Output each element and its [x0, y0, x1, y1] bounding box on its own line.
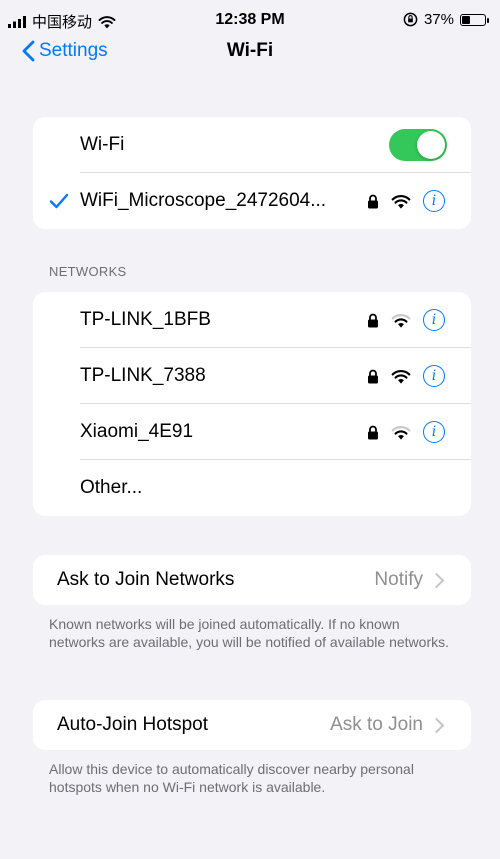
connected-network-icons: i: [367, 190, 445, 212]
other-network-label: Other...: [80, 477, 143, 498]
checkmark-icon: [49, 193, 69, 209]
navigation-bar: Settings Wi-Fi: [0, 40, 500, 66]
chevron-right-icon: [428, 717, 445, 733]
wifi-icon: [391, 369, 411, 384]
network-row[interactable]: TP-LINK_1BFB i: [33, 292, 471, 348]
info-icon[interactable]: i: [423, 365, 445, 387]
network-row[interactable]: TP-LINK_7388 i: [33, 348, 471, 404]
battery-icon: [460, 13, 489, 26]
info-icon[interactable]: i: [423, 309, 445, 331]
lock-icon: [367, 313, 379, 328]
toggle-knob: [417, 131, 445, 159]
networks-group: TP-LINK_1BFB i TP-LINK_7388 i Xiaomi_4E9…: [33, 292, 471, 516]
lock-icon: [367, 425, 379, 440]
network-name: TP-LINK_1BFB: [80, 309, 211, 330]
wifi-toggle-row: Wi-Fi: [33, 117, 471, 173]
ask-to-join-group: Ask to Join Networks Notify: [33, 555, 471, 605]
back-button-label: Settings: [39, 40, 108, 61]
network-row[interactable]: Xiaomi_4E91 i: [33, 404, 471, 460]
info-icon[interactable]: i: [423, 190, 445, 212]
ask-to-join-footer: Known networks will be joined automatica…: [49, 616, 449, 650]
auto-join-value: Ask to Join: [330, 714, 423, 735]
auto-join-label: Auto-Join Hotspot: [57, 714, 209, 735]
ask-to-join-value: Notify: [374, 569, 423, 590]
auto-join-group: Auto-Join Hotspot Ask to Join: [33, 700, 471, 750]
chevron-right-icon: [428, 572, 445, 588]
status-bar: 中国移动 12:38 PM 37%: [0, 0, 500, 44]
lock-icon: [367, 194, 379, 209]
network-name: TP-LINK_7388: [80, 365, 206, 386]
connected-network-row[interactable]: WiFi_Microscope_2472604... i: [33, 173, 471, 229]
wifi-status-group: Wi-Fi WiFi_Microscope_2472604... i: [33, 117, 471, 229]
wifi-icon: [391, 194, 411, 209]
wifi-toggle-label: Wi-Fi: [80, 134, 125, 155]
auto-join-footer: Allow this device to automatically disco…: [49, 761, 414, 795]
auto-join-row[interactable]: Auto-Join Hotspot Ask to Join: [33, 700, 471, 750]
orientation-lock-icon: [403, 12, 418, 27]
wifi-weak-icon: [391, 425, 411, 440]
wifi-toggle[interactable]: [389, 129, 447, 161]
ask-to-join-label: Ask to Join Networks: [57, 569, 235, 590]
ask-to-join-row[interactable]: Ask to Join Networks Notify: [33, 555, 471, 605]
status-bar-right: 37%: [403, 11, 489, 28]
back-button[interactable]: Settings: [22, 40, 108, 62]
chevron-left-icon: [22, 40, 35, 62]
network-icons: i: [367, 309, 445, 331]
wifi-weak-icon: [391, 313, 411, 328]
network-name: Xiaomi_4E91: [80, 421, 194, 442]
battery-percent: 37%: [423, 11, 454, 28]
network-icons: i: [367, 365, 445, 387]
networks-section-header: NETWORKS: [49, 264, 127, 279]
connected-network-name: WiFi_Microscope_2472604...: [80, 190, 327, 211]
network-icons: i: [367, 421, 445, 443]
auto-join-value-container: Ask to Join: [330, 714, 445, 736]
info-icon[interactable]: i: [423, 421, 445, 443]
ask-to-join-value-container: Notify: [374, 569, 445, 591]
other-network-row[interactable]: Other...: [33, 460, 471, 516]
lock-icon: [367, 369, 379, 384]
